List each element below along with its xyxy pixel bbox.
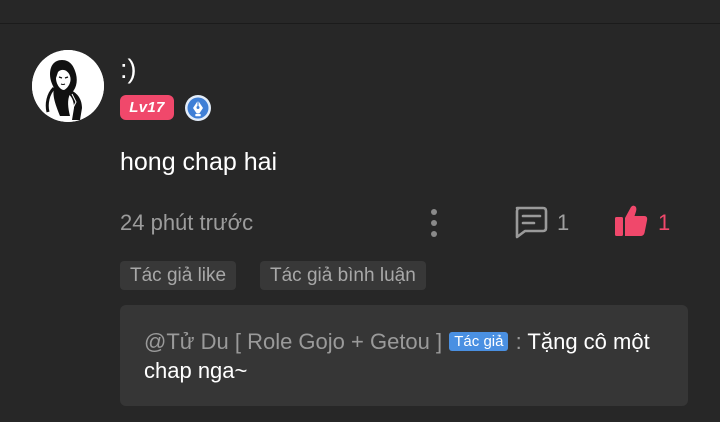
pen-nib-icon <box>185 95 211 121</box>
username[interactable]: :) <box>120 52 137 86</box>
author-tag: Tác giả <box>449 332 509 351</box>
reply-separator: : <box>509 329 528 354</box>
level-badge: Lv17 <box>120 95 174 120</box>
avatar-drawing <box>32 50 104 122</box>
like-count: 1 <box>658 210 671 235</box>
comment-time: 24 phút trước <box>120 210 254 235</box>
comment-icon[interactable] <box>512 205 548 239</box>
thumbs-up-icon[interactable] <box>613 203 649 239</box>
top-divider <box>0 23 720 24</box>
author-reply-chip: Tác giả bình luận <box>260 261 426 290</box>
author-like-chip: Tác giả like <box>120 261 237 290</box>
reply-mention[interactable]: @Tử Du [ Role Gojo + Getou ] <box>144 329 442 354</box>
reply-preview[interactable]: @Tử Du [ Role Gojo + Getou ] Tác giả : T… <box>120 305 688 406</box>
comment-text: hong chap hai <box>120 148 278 176</box>
reply-count: 1 <box>557 210 570 235</box>
more-vertical-icon[interactable] <box>424 206 444 240</box>
avatar[interactable] <box>32 50 104 122</box>
